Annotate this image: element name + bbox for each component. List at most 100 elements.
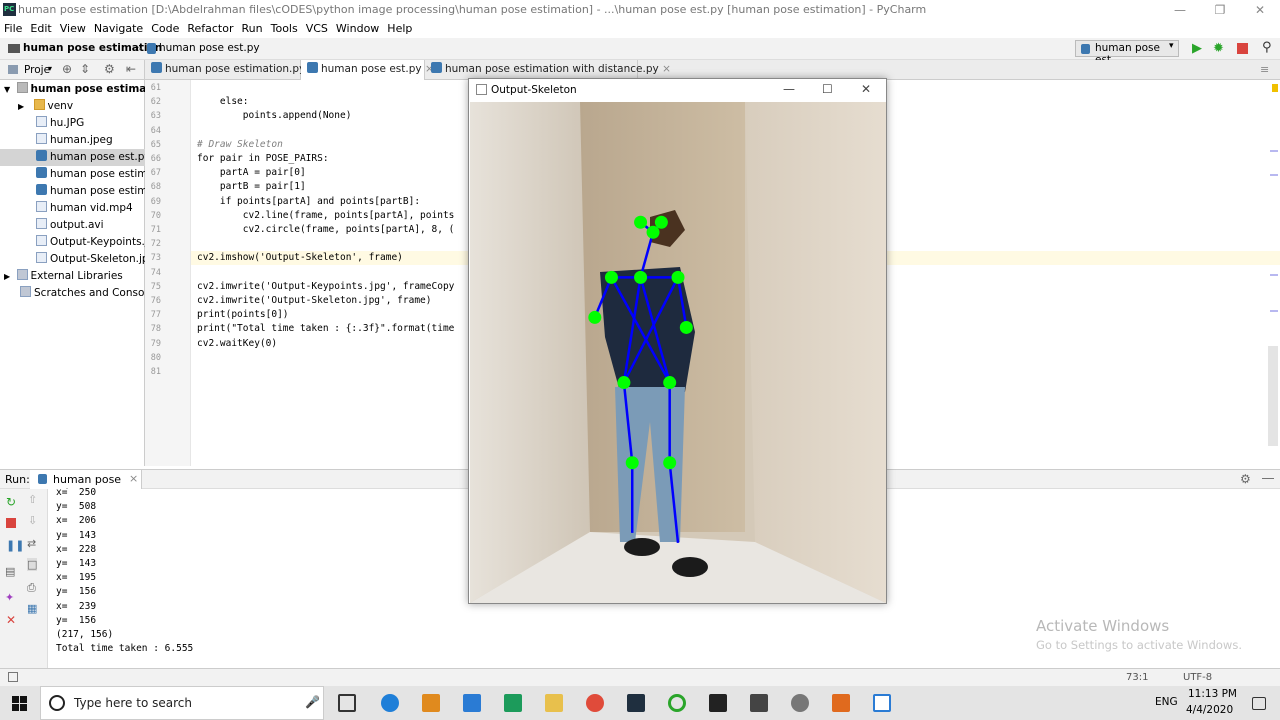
stop-icon[interactable] <box>1237 43 1248 54</box>
up-icon[interactable]: ⇧ <box>28 493 37 506</box>
app-icon[interactable] <box>668 694 686 712</box>
close-icon[interactable]: × <box>129 472 138 485</box>
pause-icon[interactable]: ❚❚ <box>6 539 24 552</box>
hide-icon[interactable]: ⇤ <box>126 62 136 76</box>
menu-tools[interactable]: Tools <box>267 20 302 37</box>
trash-icon[interactable]: ▦ <box>27 602 37 615</box>
notification-icon[interactable] <box>1252 697 1266 710</box>
gear-icon[interactable]: ⚙ <box>104 62 115 76</box>
menu-file[interactable]: File <box>0 20 26 37</box>
minimize-button[interactable]: — <box>783 82 795 96</box>
tree-item-scratches[interactable]: Scratches and Consoles <box>0 285 145 302</box>
skeleton-joint <box>617 376 631 390</box>
media-icon[interactable] <box>750 694 768 712</box>
activate-windows-title: Activate Windows <box>1036 617 1170 635</box>
tree-item-file[interactable]: output.avi <box>0 217 145 234</box>
search-icon[interactable]: ⚲ <box>1262 40 1272 55</box>
collapse-icon[interactable]: ⇕ <box>80 62 90 76</box>
tab-human-pose-est[interactable]: human pose est.py × <box>301 60 434 80</box>
menu-window[interactable]: Window <box>332 20 383 37</box>
line-number: 74 <box>150 267 161 278</box>
tab-human-pose-estimation[interactable]: human pose estimation.py × <box>145 60 317 80</box>
tree-item-file[interactable]: human.jpeg <box>0 132 145 149</box>
maximize-button[interactable]: ❐ <box>1200 0 1240 20</box>
chevron-down-icon[interactable]: ▾ <box>48 64 52 73</box>
tab-human-pose-estimation-distance[interactable]: human pose estimation with distance.py × <box>425 60 671 80</box>
tree-item-external-libraries[interactable]: ▶ External Libraries <box>0 268 145 285</box>
close-icon[interactable]: ✕ <box>6 613 16 627</box>
tool-window-icon[interactable] <box>8 672 18 682</box>
tree-item-file[interactable]: Output-Skeleton.jpg <box>0 251 145 268</box>
line-number: 75 <box>150 281 161 292</box>
opencv-window[interactable]: Output-Skeleton — ☐ ✕ <box>468 78 887 604</box>
menu-run[interactable]: Run <box>238 20 267 37</box>
chrome-icon[interactable] <box>586 694 604 712</box>
project-panel-label[interactable]: Proje <box>24 64 50 76</box>
breadcrumb-file[interactable]: human pose est.py <box>159 42 260 54</box>
terminal-icon[interactable] <box>709 694 727 712</box>
gear-icon[interactable]: ⚙ <box>1240 472 1251 486</box>
editor-scrollbar[interactable] <box>1268 84 1278 464</box>
tree-item-file[interactable]: human pose estimatio <box>0 166 145 183</box>
encoding[interactable]: UTF-8 <box>1183 672 1212 683</box>
scroll-end-icon[interactable]: □ <box>27 558 38 571</box>
run-config-select[interactable]: human pose est ▾ <box>1075 40 1179 66</box>
menu-code[interactable]: Code <box>147 20 183 37</box>
pycharm-icon[interactable] <box>627 694 645 712</box>
maximize-button[interactable]: ☐ <box>822 82 833 96</box>
menu-vcs[interactable]: VCS <box>302 20 332 37</box>
tree-item-file-selected[interactable]: human pose est.py <box>0 149 145 166</box>
menu-view[interactable]: View <box>56 20 90 37</box>
debug-icon[interactable]: ✹ <box>1213 41 1224 56</box>
app-icon[interactable] <box>832 694 850 712</box>
microphone-icon[interactable]: 🎤 <box>305 695 320 709</box>
taskbar-search[interactable]: Type here to search 🎤 <box>40 686 324 720</box>
wrap-icon[interactable]: ⇄ <box>27 537 36 550</box>
whatsapp-icon[interactable] <box>504 694 522 712</box>
code-line: else: <box>197 96 249 108</box>
clock-date[interactable]: 4/4/2020 <box>1186 704 1233 716</box>
tree-item-label: human vid.mp4 <box>50 202 133 214</box>
close-button[interactable]: ✕ <box>1240 0 1280 20</box>
menu-navigate[interactable]: Navigate <box>90 20 147 37</box>
scrollbar-thumb[interactable] <box>1268 346 1278 446</box>
console-line: Total time taken : 6.555 <box>56 643 194 655</box>
store-icon[interactable] <box>422 694 440 712</box>
input-language[interactable]: ENG <box>1155 696 1178 708</box>
mail-icon[interactable] <box>463 694 481 712</box>
edge-icon[interactable] <box>381 694 399 712</box>
close-button[interactable]: ✕ <box>861 82 871 96</box>
print-icon[interactable]: ⎙ <box>27 581 36 595</box>
minimize-button[interactable]: — <box>1160 0 1200 20</box>
menu-refactor[interactable]: Refactor <box>183 20 237 37</box>
menu-help[interactable]: Help <box>383 20 416 37</box>
target-icon[interactable]: ⊕ <box>62 62 72 76</box>
stop-icon[interactable] <box>6 518 16 528</box>
run-icon[interactable]: ▶ <box>1192 41 1202 56</box>
hide-icon[interactable]: ― <box>1262 471 1274 485</box>
app-icon[interactable] <box>791 694 809 712</box>
tree-item-file[interactable]: hu.JPG <box>0 115 145 132</box>
cursor-position[interactable]: 73:1 <box>1126 672 1148 683</box>
layout-icon[interactable]: ▤ <box>5 565 15 578</box>
close-icon[interactable]: × <box>662 63 671 75</box>
tree-item-file[interactable]: human vid.mp4 <box>0 200 145 217</box>
rerun-icon[interactable]: ↻ <box>6 495 16 509</box>
clock-time[interactable]: 11:13 PM <box>1188 688 1237 700</box>
task-view-icon[interactable] <box>338 694 356 712</box>
title-bar: human pose estimation [D:\Abdelrahman fi… <box>0 0 1280 20</box>
windows-start-icon[interactable] <box>12 696 27 711</box>
tree-item-root[interactable]: ▼ human pose estimation <box>0 81 145 98</box>
file-explorer-icon[interactable] <box>545 694 563 712</box>
opencv-title-bar[interactable]: Output-Skeleton — ☐ ✕ <box>469 79 886 101</box>
tree-item-venv[interactable]: ▶ venv <box>0 98 145 115</box>
pin-icon[interactable]: ✦ <box>5 591 14 604</box>
down-icon[interactable]: ⇩ <box>28 514 37 527</box>
tree-item-file[interactable]: Output-Keypoints.jpg <box>0 234 145 251</box>
tree-item-file[interactable]: human pose estimatio <box>0 183 145 200</box>
menu-edit[interactable]: Edit <box>26 20 55 37</box>
console-line: x= 250 <box>56 487 97 498</box>
marker <box>1270 274 1278 276</box>
tab-list-icon[interactable]: ≡ <box>1260 63 1269 76</box>
opencv-window-icon[interactable] <box>873 694 891 712</box>
